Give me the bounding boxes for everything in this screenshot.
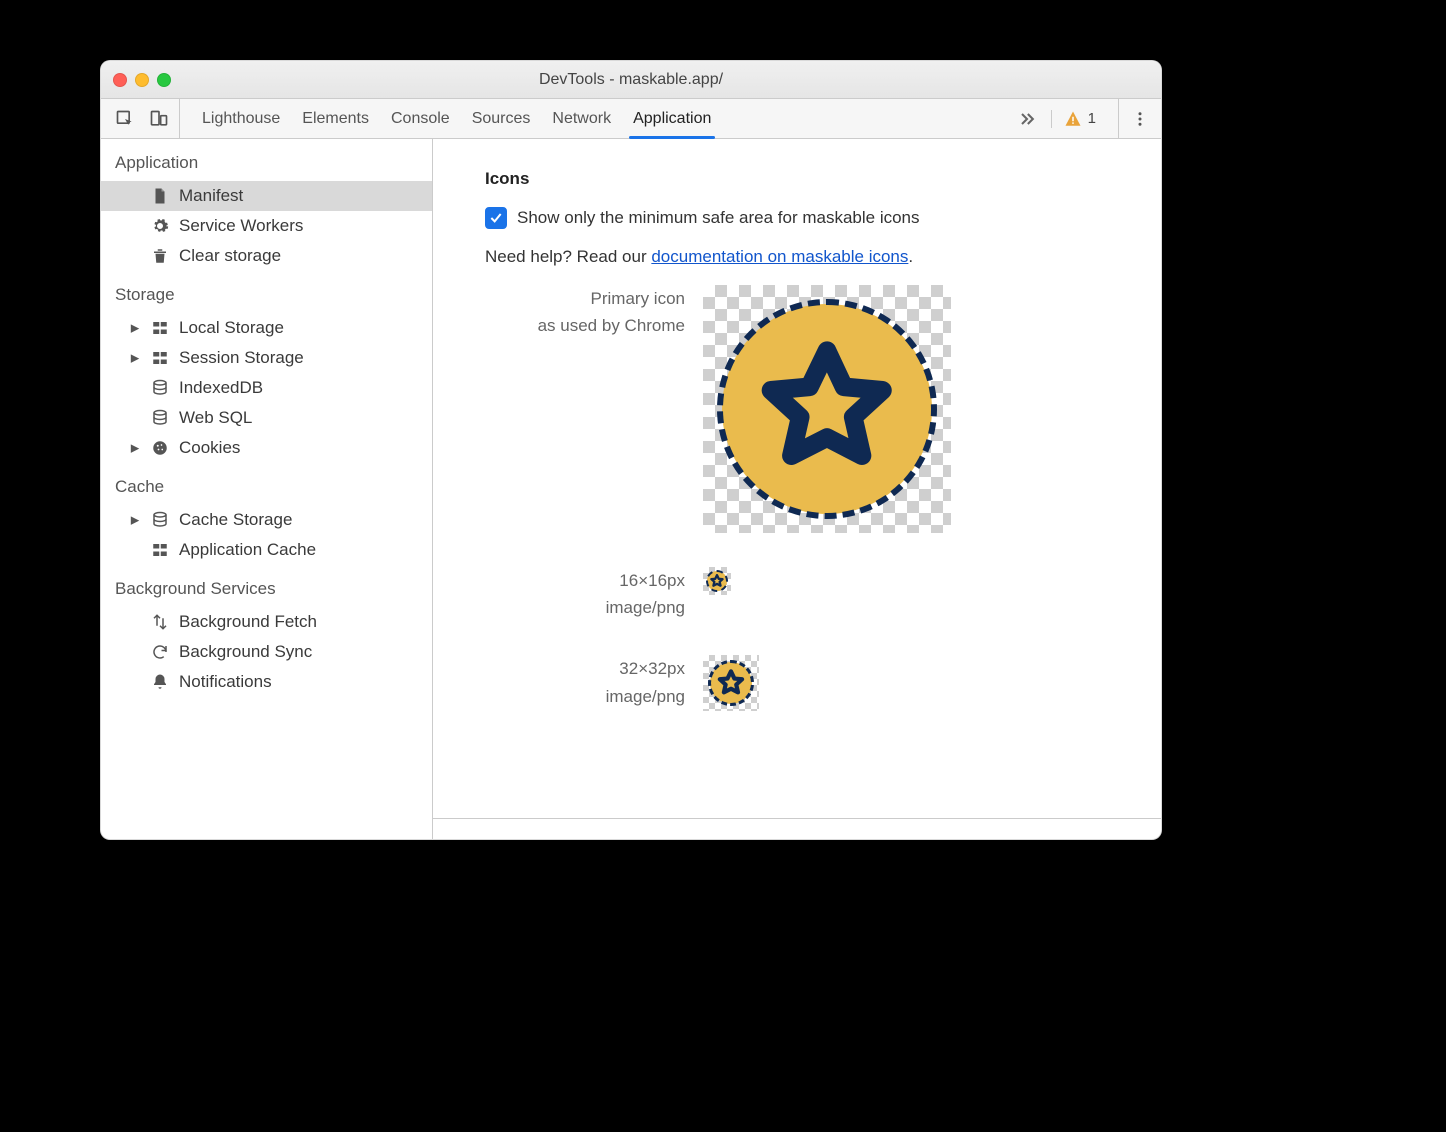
device-toolbar-icon[interactable]	[149, 109, 169, 129]
sidebar-item-web-sql[interactable]: ▸Web SQL	[101, 403, 432, 433]
file-icon	[151, 187, 169, 205]
tab-elements[interactable]: Elements	[302, 99, 369, 138]
tab-application[interactable]: Application	[633, 99, 711, 138]
disclosure-triangle-icon[interactable]: ▸	[129, 510, 141, 530]
database-icon	[151, 511, 169, 529]
disclosure-triangle-icon[interactable]: ▸	[129, 348, 141, 368]
inspect-element-icon[interactable]	[115, 109, 135, 129]
sidebar-item-service-workers[interactable]: ▸Service Workers	[101, 211, 432, 241]
sidebar-item-label: Notifications	[179, 672, 272, 692]
sidebar-item-label: Session Storage	[179, 348, 304, 368]
database-icon	[151, 379, 169, 397]
sidebar-item-label: Manifest	[179, 186, 243, 206]
sidebar-item-notifications[interactable]: ▸Notifications	[101, 667, 432, 697]
overflow-tabs-icon[interactable]	[1017, 109, 1037, 129]
sidebar-item-cookies[interactable]: ▸ Cookies	[101, 433, 432, 463]
sidebar-item-label: IndexedDB	[179, 378, 263, 398]
sidebar-item-cache-storage[interactable]: ▸ Cache Storage	[101, 505, 432, 535]
tab-sources[interactable]: Sources	[472, 99, 531, 138]
manifest-panel: Icons Show only the minimum safe area fo…	[433, 139, 1161, 839]
window-minimize-button[interactable]	[135, 73, 149, 87]
sidebar-item-background-fetch[interactable]: ▸Background Fetch	[101, 607, 432, 637]
transfer-icon	[151, 613, 169, 631]
tab-network[interactable]: Network	[552, 99, 611, 138]
titlebar: DevTools - maskable.app/	[101, 61, 1161, 99]
warnings-indicator[interactable]: 1	[1051, 110, 1104, 128]
sidebar-item-local-storage[interactable]: ▸ Local Storage	[101, 313, 432, 343]
documentation-link[interactable]: documentation on maskable icons	[651, 247, 908, 266]
traffic-lights	[101, 73, 171, 87]
app-icon	[708, 660, 754, 706]
sidebar-section-storage: Storage	[101, 271, 432, 313]
icons-heading: Icons	[485, 169, 1117, 189]
sidebar-item-label: Clear storage	[179, 246, 281, 266]
sidebar-item-label: Background Fetch	[179, 612, 317, 632]
gear-icon	[151, 217, 169, 235]
primary-icon-preview	[703, 285, 951, 533]
grid-icon	[151, 541, 169, 559]
sidebar-item-manifest[interactable]: ▸Manifest	[101, 181, 432, 211]
sidebar-section-cache: Cache	[101, 463, 432, 505]
settings-menu-icon[interactable]	[1118, 99, 1149, 138]
icon-entry-label: 16×16px image/png	[485, 567, 685, 621]
icon-preview-16	[703, 567, 731, 595]
sidebar-item-session-storage[interactable]: ▸ Session Storage	[101, 343, 432, 373]
icon-entry-label: 32×32px image/png	[485, 655, 685, 709]
sidebar-item-label: Cache Storage	[179, 510, 292, 530]
safe-area-checkbox[interactable]	[485, 207, 507, 229]
star-icon	[710, 574, 724, 588]
tab-lighthouse[interactable]: Lighthouse	[202, 99, 280, 138]
devtools-window: DevTools - maskable.app/ Lighthouse Eleme…	[100, 60, 1162, 840]
tab-console[interactable]: Console	[391, 99, 450, 138]
grid-icon	[151, 349, 169, 367]
sync-icon	[151, 643, 169, 661]
star-icon	[717, 669, 745, 697]
icon-preview-32	[703, 655, 759, 711]
grid-icon	[151, 319, 169, 337]
sidebar-section-background-services: Background Services	[101, 565, 432, 607]
application-sidebar: Application▸Manifest▸Service Workers▸Cle…	[101, 139, 433, 839]
panel-tabs: Lighthouse Elements Console Sources Network A…	[180, 99, 733, 138]
main-toolbar: Lighthouse Elements Console Sources Network A…	[101, 99, 1161, 139]
star-icon	[757, 339, 897, 479]
window-zoom-button[interactable]	[157, 73, 171, 87]
sidebar-section-application: Application	[101, 139, 432, 181]
sidebar-item-label: Service Workers	[179, 216, 303, 236]
window-title: DevTools - maskable.app/	[101, 71, 1161, 89]
help-suffix: .	[908, 247, 913, 266]
trash-icon	[151, 247, 169, 265]
sidebar-item-indexeddb[interactable]: ▸IndexedDB	[101, 373, 432, 403]
sidebar-item-label: Cookies	[179, 438, 240, 458]
window-close-button[interactable]	[113, 73, 127, 87]
app-icon	[717, 299, 937, 519]
cookie-icon	[151, 439, 169, 457]
disclosure-triangle-icon[interactable]: ▸	[129, 318, 141, 338]
safe-area-checkbox-label: Show only the minimum safe area for mask…	[517, 208, 920, 228]
sidebar-item-label: Local Storage	[179, 318, 284, 338]
sidebar-item-label: Application Cache	[179, 540, 316, 560]
sidebar-item-label: Web SQL	[179, 408, 252, 428]
help-text: Need help? Read our documentation on mas…	[485, 247, 1117, 267]
warnings-count: 1	[1088, 110, 1096, 127]
database-icon	[151, 409, 169, 427]
sidebar-item-application-cache[interactable]: ▸Application Cache	[101, 535, 432, 565]
help-prefix: Need help? Read our	[485, 247, 651, 266]
bell-icon	[151, 673, 169, 691]
app-icon	[706, 570, 728, 592]
disclosure-triangle-icon[interactable]: ▸	[129, 438, 141, 458]
sidebar-item-clear-storage[interactable]: ▸Clear storage	[101, 241, 432, 271]
primary-icon-label: Primary icon as used by Chrome	[485, 285, 685, 339]
sidebar-item-label: Background Sync	[179, 642, 312, 662]
sidebar-item-background-sync[interactable]: ▸Background Sync	[101, 637, 432, 667]
